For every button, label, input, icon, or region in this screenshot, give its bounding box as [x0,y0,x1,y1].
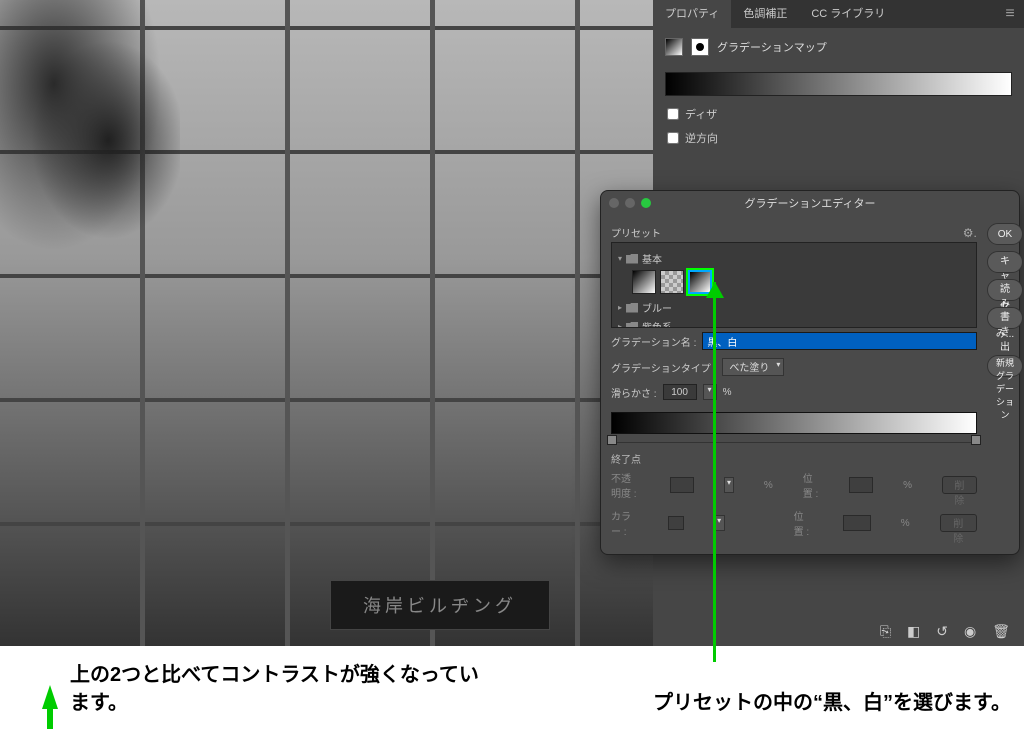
annotation-left: 上の2つと比べてコントラストが強くなっています。 [70,661,490,717]
reverse-label: 逆方向 [685,130,718,146]
pos-unit-2: % [901,518,910,529]
color-stop-swatch [668,516,684,530]
dither-label: ディザ [685,106,717,122]
annotation-right: プリセットの中の“黒、白”を選びます。 [653,689,1013,717]
folder-blue-label: ブルー [642,300,672,315]
folder-purple-label: 紫色系 [642,319,672,328]
pos-label-2: 位置 : [794,508,813,538]
folder-purple[interactable]: ▸紫色系 [618,317,970,328]
opacity-input [670,477,694,493]
delete-opacity-stop: 削除 [942,476,977,494]
smooth-unit: % [723,387,732,398]
save-button[interactable]: 書き出し... [987,307,1023,329]
dialog-title: グラデーションエディター [601,195,1019,211]
gradient-editor-dialog: グラデーションエディター プリセット ⚙. ▾基本 ▸ブルー ▸紫色系 グラデー… [600,190,1020,555]
gradient-type-row: グラデーションタイプ : べた塗り [611,354,977,380]
preset-list[interactable]: ▾基本 ▸ブルー ▸紫色系 [611,242,977,328]
color-stop-end[interactable] [971,435,981,445]
panel-menu-icon[interactable]: ≡ [996,5,1024,23]
gradient-ramp-editor[interactable] [611,412,977,434]
name-label: グラデーション名 : [611,334,696,349]
dialog-titlebar[interactable]: グラデーションエディター [601,191,1019,215]
opacity-label: 不透明度 : [611,470,640,500]
gradient-name-row: グラデーション名 : [611,328,977,354]
view-prev-icon[interactable]: ↺ [936,623,948,640]
color-pos-input [843,515,871,531]
tab-properties[interactable]: プロパティ [653,0,731,28]
preset-label: プリセット [611,225,661,240]
tab-color-correct[interactable]: 色調補正 [731,0,799,28]
opacity-dd: ▾ [724,477,734,493]
panel-tabs: プロパティ 色調補正 CC ライブラリ ≡ [653,0,1024,28]
dither-checkbox[interactable]: ディザ [653,102,1024,126]
type-label: グラデーションタイプ : [611,360,716,375]
gradient-ramp[interactable] [611,412,977,434]
divider [611,442,977,443]
opacity-pos-input [849,477,873,493]
reverse-check-input[interactable] [667,132,679,144]
preset-gear-icon[interactable]: ⚙. [963,226,977,240]
gradient-preview[interactable] [665,72,1012,96]
swatch-foreground-background[interactable] [632,270,656,294]
adjustment-header: グラデーションマップ [653,28,1024,66]
trash-icon[interactable]: 🗑 [992,623,1010,640]
ok-button[interactable]: OK [987,223,1023,245]
adjustment-title: グラデーションマップ [717,39,827,55]
reverse-checkbox[interactable]: 逆方向 [653,126,1024,150]
gradient-name-input[interactable] [702,332,976,350]
clip-icon[interactable]: ⎘ [880,623,891,640]
endpoint-label: 終了点 [611,451,977,466]
folder-basic[interactable]: ▾基本 [618,249,970,268]
preset-header: プリセット ⚙. [611,223,977,242]
preset-swatches [618,268,970,298]
smooth-label: 滑らかさ : [611,385,657,400]
endpoint-section: 終了点 不透明度 :▾% 位置 :% 削除 カラー :▾% 位置 :% 削除 [611,451,977,542]
folder-basic-label: 基本 [642,251,662,266]
gradient-map-icon [665,38,683,56]
smoothness-row: 滑らかさ : ▾ % [611,380,977,404]
color-stop-start[interactable] [607,435,617,445]
smoothness-input[interactable] [663,384,697,400]
panel-footer-icons: ⎘ ◧ ↺ ◉ 🗑 [880,623,1010,640]
canvas-image: 海岸ビルヂング [0,0,653,646]
new-gradient-button[interactable]: 新規グラデーション [987,355,1023,377]
swatch-transparent[interactable] [660,270,684,294]
annotation-arrow-right [713,282,716,662]
folder-icon [626,303,638,313]
folder-icon [626,254,638,264]
load-button[interactable]: 読み込み... [987,279,1023,301]
color-label: カラー : [611,508,638,538]
pos-label-1: 位置 : [803,470,819,500]
gradient-type-select[interactable]: べた塗り [722,358,784,376]
tab-cc-libraries[interactable]: CC ライブラリ [799,0,897,28]
tree-foliage [0,0,180,280]
reset-adjust-icon[interactable]: ◧ [907,623,920,640]
pos-unit-1: % [903,480,912,491]
folder-blue[interactable]: ▸ブルー [618,298,970,317]
building-sign: 海岸ビルヂング [330,580,550,630]
visibility-icon[interactable]: ◉ [964,623,976,640]
dither-check-input[interactable] [667,108,679,120]
delete-color-stop: 削除 [940,514,977,532]
cancel-button[interactable]: キャンセル [987,251,1023,273]
opacity-unit: % [764,480,773,491]
mask-icon [691,38,709,56]
annotation-arrow-left [42,685,58,709]
